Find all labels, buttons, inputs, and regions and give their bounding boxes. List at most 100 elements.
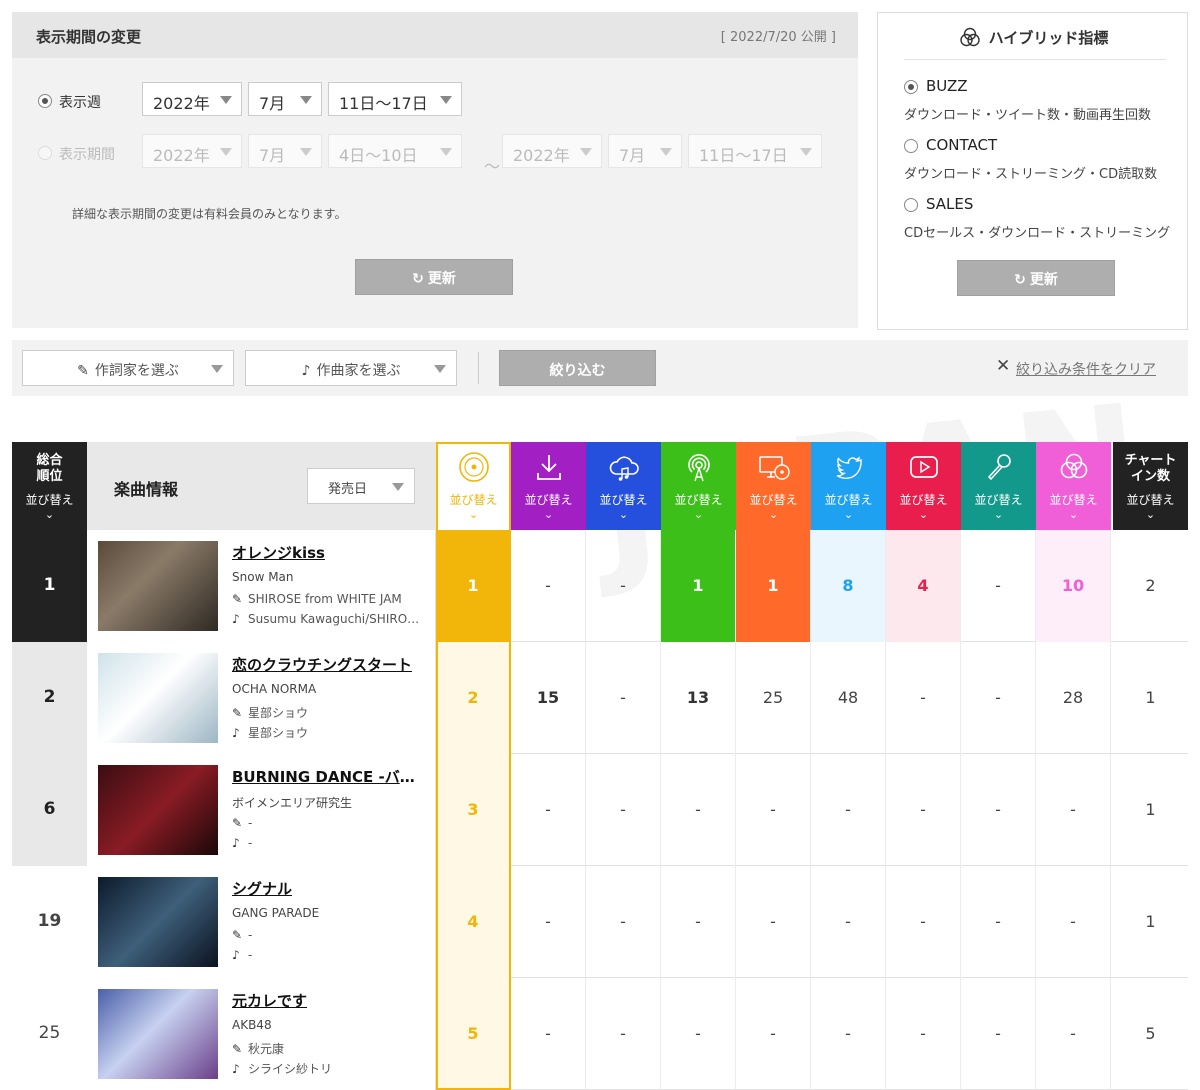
week-month-select[interactable]: 7月	[248, 82, 322, 116]
composer-select[interactable]: ♪ 作曲家を選ぶ	[245, 350, 457, 386]
hybrid-rank-cell: 28	[1036, 642, 1111, 754]
video-thumbnail[interactable]	[98, 765, 218, 855]
chevron-down-icon	[434, 365, 446, 373]
hybrid-option-contact-radio[interactable]	[904, 139, 918, 153]
song-title-link[interactable]: 恋のクラウチングスタート	[232, 654, 424, 675]
range-from-days-select[interactable]: 4日～10日	[328, 134, 462, 168]
lyricist-select[interactable]: ✎ 作詞家を選ぶ	[22, 350, 234, 386]
header-streaming-sort[interactable]: 並び替え ⌄	[586, 442, 661, 530]
header-chartin-title-1: チャート	[1124, 453, 1177, 468]
pencil-icon: ✎	[232, 1042, 243, 1056]
pencil-icon: ✎	[232, 706, 243, 720]
range-to-year-select[interactable]: 2022年	[502, 134, 602, 168]
video-thumbnail[interactable]	[98, 877, 218, 967]
hybrid-option-buzz-desc: ダウンロード・ツイート数・動画再生回数	[904, 108, 1152, 123]
header-karaoke-sort[interactable]: 並び替え ⌄	[961, 442, 1036, 530]
range-to-days-select[interactable]: 11日～17日	[688, 134, 822, 168]
pencil-icon: ✎	[232, 592, 243, 606]
radio-rank-cell: -	[661, 866, 736, 978]
video-thumbnail[interactable]	[98, 989, 218, 1079]
filter-divider	[478, 352, 479, 384]
hybrid-refresh-button[interactable]: ↻ 更新	[957, 260, 1115, 296]
header-cd-sort[interactable]: 並び替え ⌄	[736, 442, 811, 530]
range-from-year-select[interactable]: 2022年	[142, 134, 242, 168]
week-year-value: 2022年	[153, 94, 210, 113]
header-hybrid-sort[interactable]: 並び替え ⌄	[1036, 442, 1111, 530]
hybrid-option-sales-desc: CDセールス・ダウンロード・ストリーミング	[904, 226, 1171, 241]
chartin-count-cell: 1	[1145, 800, 1156, 819]
header-song-info: 楽曲情報 発売日	[87, 442, 436, 530]
hybrid-rank-cell: 10	[1036, 530, 1111, 642]
table-row: 19 シグナル GANG PARADE ✎ - ♪ -4- - - - - - - -1	[12, 866, 1188, 978]
video-rank-cell: -	[886, 754, 961, 866]
song-title-link[interactable]: シグナル	[232, 878, 424, 899]
twitter-rank-cell: 48	[811, 642, 886, 754]
song-info: オレンジkiss Snow Man ✎ SHIROSE from WHITE JAM ♪…	[87, 530, 436, 642]
week-days-select[interactable]: 11日～17日	[328, 82, 462, 116]
release-date-select[interactable]: 発売日	[307, 468, 415, 504]
song-title-link[interactable]: BURNING DANCE -バーニングダンス-	[232, 766, 424, 787]
table-row: 1 オレンジkiss Snow Man ✎ SHIROSE from WHITE JAM…	[12, 530, 1188, 642]
lyricist-name: -	[248, 816, 253, 830]
streaming-rank-cell: -	[586, 754, 661, 866]
header-chartin-sort[interactable]: チャート イン数 並び替え ⌄	[1113, 442, 1188, 530]
chartin-count-cell: 1	[1145, 912, 1156, 931]
chevron-down-icon	[660, 148, 672, 156]
hybrid-option-sales[interactable]: SALES	[926, 195, 973, 213]
twitter-rank-cell: -	[811, 866, 886, 978]
header-rank-sort[interactable]: 総合 順位 並び替え ⌄	[12, 442, 87, 530]
chevron-down-icon: ⌄	[843, 508, 854, 521]
composer-select-label: 作曲家を選ぶ	[316, 363, 401, 379]
period-refresh-button[interactable]: ↻ 更新	[355, 259, 513, 295]
sort-label: 並び替え	[599, 493, 648, 507]
pencil-icon: ✎	[77, 363, 89, 379]
period-panel: 表示期間の変更 [ 2022/7/20 公開 ] 表示週 2022年 7月 11…	[12, 12, 858, 328]
header-radio-sort[interactable]: 並び替え ⌄	[661, 442, 736, 530]
streaming-rank-cell: -	[586, 642, 661, 754]
streaming-rank-cell: -	[586, 978, 661, 1090]
download-rank-cell: -	[511, 754, 586, 866]
chevron-down-icon	[300, 96, 312, 104]
chevron-down-icon: ⌄	[993, 508, 1004, 521]
apply-filter-button[interactable]: 絞り込む	[499, 350, 656, 386]
composer-name: -	[248, 948, 253, 962]
hybrid-rank-cell: -	[1036, 866, 1111, 978]
refresh-icon: ↻	[412, 271, 424, 287]
range-from-month-select[interactable]: 7月	[248, 134, 322, 168]
header-buzz-sort[interactable]: 並び替え ⌄	[436, 442, 511, 530]
sort-label: 並び替え	[974, 493, 1023, 507]
chartin-count-cell: 1	[1145, 688, 1156, 707]
hybrid-option-buzz[interactable]: BUZZ	[926, 77, 968, 95]
hybrid-option-buzz-radio[interactable]	[904, 80, 918, 94]
hybrid-title-text: ハイブリッド指標	[988, 29, 1109, 47]
hybrid-option-sales-radio[interactable]	[904, 198, 918, 212]
twitter-icon	[836, 456, 862, 479]
composer-name: シライシ紗トリ	[248, 1062, 333, 1076]
range-label: 表示期間	[59, 147, 115, 163]
hybrid-refresh-label: 更新	[1029, 272, 1058, 288]
karaoke-rank-cell: -	[961, 754, 1036, 866]
close-icon[interactable]: ✕	[996, 356, 1010, 376]
header-twitter-sort[interactable]: 並び替え ⌄	[811, 442, 886, 530]
video-thumbnail[interactable]	[98, 541, 218, 631]
song-title-link[interactable]: オレンジkiss	[232, 542, 424, 563]
week-month-value: 7月	[259, 94, 286, 113]
header-video-sort[interactable]: 並び替え ⌄	[886, 442, 961, 530]
radio-icon	[687, 454, 710, 482]
song-title-link[interactable]: 元カレです	[232, 990, 424, 1011]
rank-value: 6	[12, 754, 87, 866]
chevron-down-icon: ⌄	[543, 508, 554, 521]
week-year-select[interactable]: 2022年	[142, 82, 242, 116]
header-chartin-title-2: イン数	[1130, 469, 1170, 484]
member-note: 詳細な表示期間の変更は有料会員のみとなります。	[72, 207, 347, 221]
rank-value: 2	[12, 642, 87, 754]
header-download-sort[interactable]: 並び替え ⌄	[511, 442, 586, 530]
video-thumbnail[interactable]	[98, 653, 218, 743]
lyricist-name: 星部ショウ	[248, 706, 309, 720]
range-radio[interactable]	[38, 146, 52, 160]
week-radio[interactable]	[38, 94, 52, 108]
hybrid-option-contact[interactable]: CONTACT	[926, 136, 997, 154]
hybrid-icon	[959, 27, 980, 47]
range-to-month-select[interactable]: 7月	[608, 134, 682, 168]
composer-name: Susumu Kawaguchi/SHIROSE from WHITE JAM	[248, 612, 424, 626]
